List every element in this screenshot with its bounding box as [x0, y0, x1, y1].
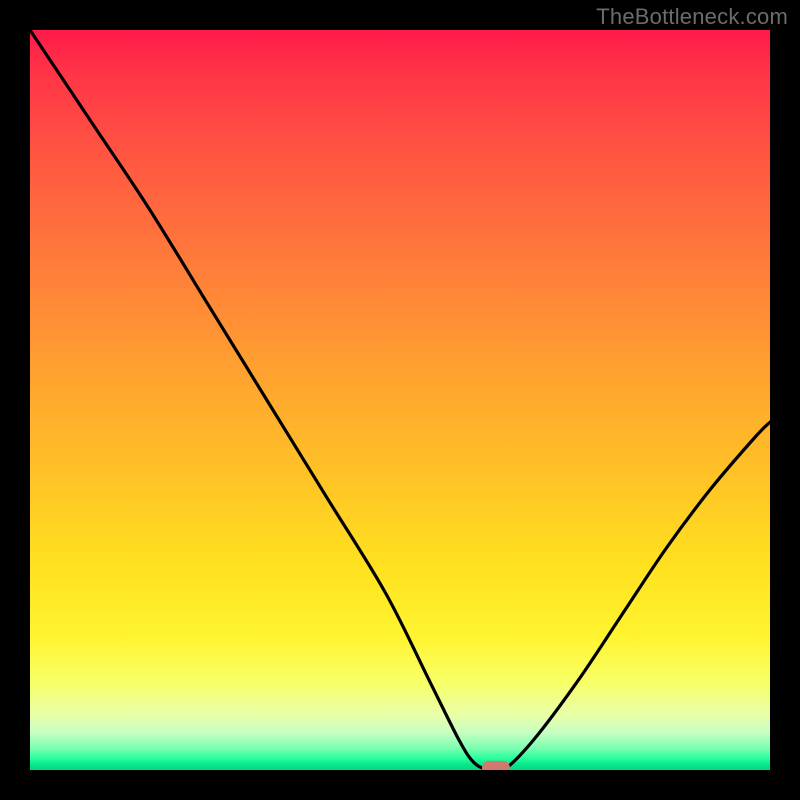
- watermark-text: TheBottleneck.com: [596, 4, 788, 30]
- chart-frame: TheBottleneck.com: [0, 0, 800, 800]
- bottleneck-curve: [30, 30, 770, 770]
- plot-area: [30, 30, 770, 770]
- optimum-marker: [482, 761, 510, 770]
